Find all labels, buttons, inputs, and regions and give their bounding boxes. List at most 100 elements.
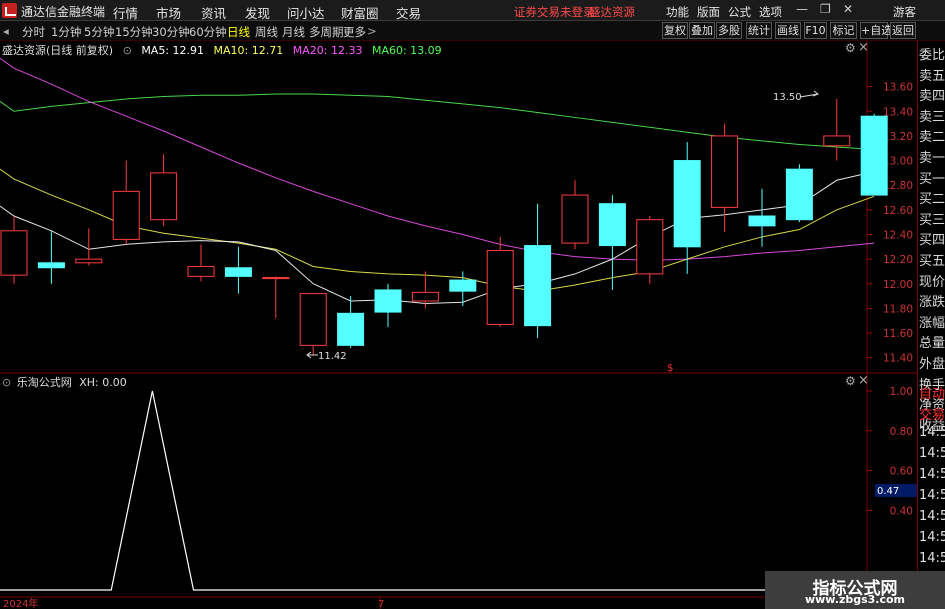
close-icon[interactable]: ✕ — [843, 2, 853, 16]
tick-time-label[interactable]: 14:56 — [919, 425, 945, 445]
candle[interactable] — [187, 244, 215, 282]
main-chart-title[interactable]: 盛达资源(日线 前复权) — [2, 44, 113, 57]
candle[interactable] — [37, 230, 65, 284]
guest-user[interactable]: 游客 — [893, 4, 916, 20]
candle[interactable] — [785, 164, 813, 223]
tab-period-5min[interactable]: 5分钟 — [84, 24, 114, 40]
candle[interactable] — [524, 203, 552, 338]
menu-wealth[interactable]: 财富圈 — [341, 3, 379, 22]
nav-left-icon[interactable]: ◂ — [3, 24, 9, 38]
candle[interactable] — [262, 276, 290, 319]
chevron-right-icon[interactable]: > — [367, 24, 377, 38]
formula-menu[interactable]: 公式 — [728, 4, 751, 20]
tick-time-label[interactable]: 14:56 — [919, 530, 945, 550]
tick-time-label[interactable]: 14:56 — [919, 509, 945, 529]
menu-quotes[interactable]: 行情 — [113, 3, 138, 22]
tab-period-monthly[interactable]: 月线 — [282, 24, 305, 40]
order-panel-item[interactable]: 卖一 — [919, 147, 945, 167]
multi-stock-button[interactable]: 多股 — [716, 22, 742, 39]
stats-button[interactable]: 统计 — [746, 22, 772, 39]
order-panel-item[interactable]: 卖三 — [919, 106, 945, 126]
candle-body-down — [224, 267, 252, 277]
restore-icon[interactable]: ❐ — [820, 2, 831, 16]
function-menu[interactable]: 功能 — [666, 4, 689, 20]
trade-login-notice[interactable]: 证券交易未登录 — [514, 4, 595, 20]
menu-news[interactable]: 资讯 — [201, 3, 226, 22]
order-panel-item[interactable]: 买三 — [919, 209, 945, 229]
tab-period-multi[interactable]: 多周期 — [309, 24, 344, 40]
sub-close-pane-icon[interactable]: × — [858, 373, 869, 388]
order-panel-item[interactable]: 委比 — [919, 44, 945, 64]
order-panel-item[interactable]: 买一 — [919, 168, 945, 188]
tick-time-label[interactable]: 14:56 — [919, 446, 945, 466]
candle[interactable] — [823, 98, 851, 161]
tick-time-label[interactable]: 14:56 — [919, 488, 945, 508]
f10-button[interactable]: F10 — [804, 22, 827, 39]
candle[interactable] — [748, 188, 776, 247]
price-tick-label: 12.00 — [883, 279, 913, 291]
order-panel-item[interactable]: 涨幅 — [919, 312, 945, 332]
back-button[interactable]: 返回 — [890, 22, 916, 39]
menu-discover[interactable]: 发现 — [245, 3, 270, 22]
draw-line-button[interactable]: 画线 — [775, 22, 801, 39]
candle[interactable] — [112, 160, 140, 245]
candle[interactable] — [0, 216, 28, 284]
close-pane-icon[interactable]: × — [858, 40, 869, 55]
tick-time-label[interactable]: 14:56 — [919, 467, 945, 487]
candle[interactable] — [299, 293, 327, 356]
order-panel-item[interactable]: 总量 — [919, 332, 945, 352]
dividend-marker[interactable]: $ — [667, 363, 673, 374]
order-panel-item[interactable]: 买二 — [919, 188, 945, 208]
candle[interactable] — [860, 113, 888, 196]
tick-time-label[interactable]: 14:56 — [919, 551, 945, 571]
price-tick-label: 12.60 — [883, 205, 913, 217]
order-panel-item[interactable]: 卖五 — [919, 65, 945, 85]
candle[interactable] — [636, 216, 664, 284]
menu-trade[interactable]: 交易 — [396, 3, 421, 22]
tab-period-60min[interactable]: 60分钟 — [189, 24, 227, 40]
tab-period-more[interactable]: 更多 — [343, 24, 366, 40]
order-panel-item[interactable]: 外盘 — [919, 353, 945, 373]
options-menu[interactable]: 选项 — [759, 4, 782, 20]
candle[interactable] — [75, 228, 103, 266]
candle[interactable] — [673, 142, 701, 274]
order-panel-item[interactable]: 买四 — [919, 229, 945, 249]
candle[interactable] — [150, 154, 178, 226]
tab-period-1min[interactable]: 1分钟 — [51, 24, 81, 40]
add-favorite-button[interactable]: +自选 — [860, 22, 892, 39]
expand-circle-icon[interactable]: ⊙ — [123, 44, 132, 57]
order-panel-item[interactable]: 卖二 — [919, 126, 945, 146]
sub-expand-icon[interactable]: ⊙ — [2, 376, 11, 389]
minimize-icon[interactable]: — — [796, 2, 808, 16]
ma5-label: MA5: 12.91 — [141, 44, 205, 57]
order-panel-item[interactable]: 卖四 — [919, 85, 945, 105]
layout-menu[interactable]: 版面 — [697, 4, 720, 20]
tab-period-30min[interactable]: 30分钟 — [152, 24, 190, 40]
overlay-button[interactable]: 叠加 — [689, 22, 715, 39]
auto-trade-label[interactable]: 自动 — [919, 383, 945, 403]
tab-period-weekly[interactable]: 周线 — [255, 24, 278, 40]
order-panel-item[interactable]: 涨跌 — [919, 291, 945, 311]
auto-trade-label[interactable]: 交易 — [919, 404, 945, 424]
candle[interactable] — [224, 246, 252, 294]
mark-button[interactable]: 标记 — [830, 22, 857, 39]
settings-gear-icon[interactable]: ⚙ — [845, 41, 856, 55]
candle-body-down — [449, 279, 477, 292]
candle[interactable] — [374, 283, 402, 327]
order-panel-item[interactable]: 现价 — [919, 271, 945, 291]
candle[interactable] — [561, 180, 589, 250]
order-panel-item[interactable]: 买五 — [919, 250, 945, 270]
candle[interactable] — [486, 236, 514, 327]
ma60-line — [0, 93, 875, 150]
sub-chart-title[interactable]: 乐淘公式网 — [17, 376, 72, 389]
candle[interactable] — [337, 296, 365, 348]
chart-area[interactable]: 13.6013.4013.2013.0012.8012.6012.4012.20… — [0, 41, 917, 609]
tab-period-daily[interactable]: 日线 — [227, 24, 250, 40]
tab-period-timeshare[interactable]: 分时 — [22, 24, 45, 40]
menu-ask[interactable]: 问小达 — [287, 3, 325, 22]
price-tick-label: 12.40 — [883, 229, 913, 241]
tab-period-15min[interactable]: 15分钟 — [115, 24, 153, 40]
sub-settings-gear-icon[interactable]: ⚙ — [845, 374, 856, 388]
menu-market[interactable]: 市场 — [156, 3, 181, 22]
adjust-button[interactable]: 复权 — [662, 22, 688, 39]
